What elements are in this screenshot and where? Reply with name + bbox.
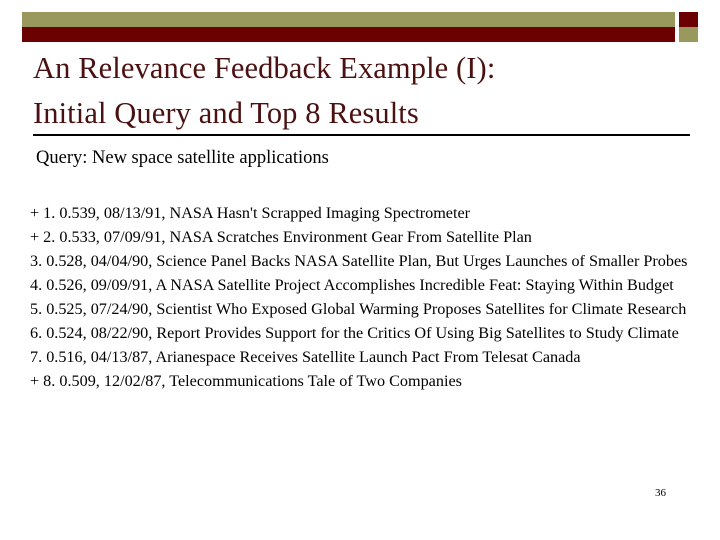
header-deco-top-row [22,12,698,27]
list-item: + 2. 0.533, 07/09/91, NASA Scratches Env… [30,226,696,250]
title-divider [33,134,690,136]
slide-header-decoration [22,12,698,42]
result-text: + 8. 0.509, 12/02/87, Telecommunications… [30,371,462,390]
header-bar-red-long [22,27,675,42]
list-item: 7. 0.516, 04/13/87, Arianespace Receives… [30,346,696,370]
result-text: 6. 0.524, 08/22/90, Report Provides Supp… [30,323,679,342]
list-item: 5. 0.525, 07/24/90, Scientist Who Expose… [30,298,696,322]
result-text: 4. 0.526, 09/09/91, A NASA Satellite Pro… [30,275,674,294]
result-text: + 2. 0.533, 07/09/91, NASA Scratches Env… [30,227,532,246]
list-item: 4. 0.526, 09/09/91, A NASA Satellite Pro… [30,274,696,298]
result-text: 3. 0.528, 04/04/90, Science Panel Backs … [30,251,688,270]
page-title: An Relevance Feedback Example (I): Initi… [33,51,496,131]
header-bar-olive-square [679,27,698,42]
header-deco-bottom-row [22,27,698,42]
page-number: 36 [655,487,666,499]
list-item: + 1. 0.539, 08/13/91, NASA Hasn't Scrapp… [30,202,696,226]
header-bar-olive-long [22,12,675,27]
result-text: + 1. 0.539, 08/13/91, NASA Hasn't Scrapp… [30,204,471,222]
result-text: 5. 0.525, 07/24/90, Scientist Who Expose… [30,299,687,318]
list-item: 3. 0.528, 04/04/90, Science Panel Backs … [30,250,696,274]
list-item: + 8. 0.509, 12/02/87, Telecommunications… [30,370,696,394]
result-text: 7. 0.516, 04/13/87, Arianespace Receives… [30,347,581,366]
title-block: An Relevance Feedback Example (I): Initi… [33,46,690,136]
query-line: Query: New space satellite applications [36,148,329,168]
header-bar-red-square [679,12,698,27]
list-item: 6. 0.524, 08/22/90, Report Provides Supp… [30,322,696,346]
results-list: + 1. 0.539, 08/13/91, NASA Hasn't Scrapp… [30,202,696,394]
